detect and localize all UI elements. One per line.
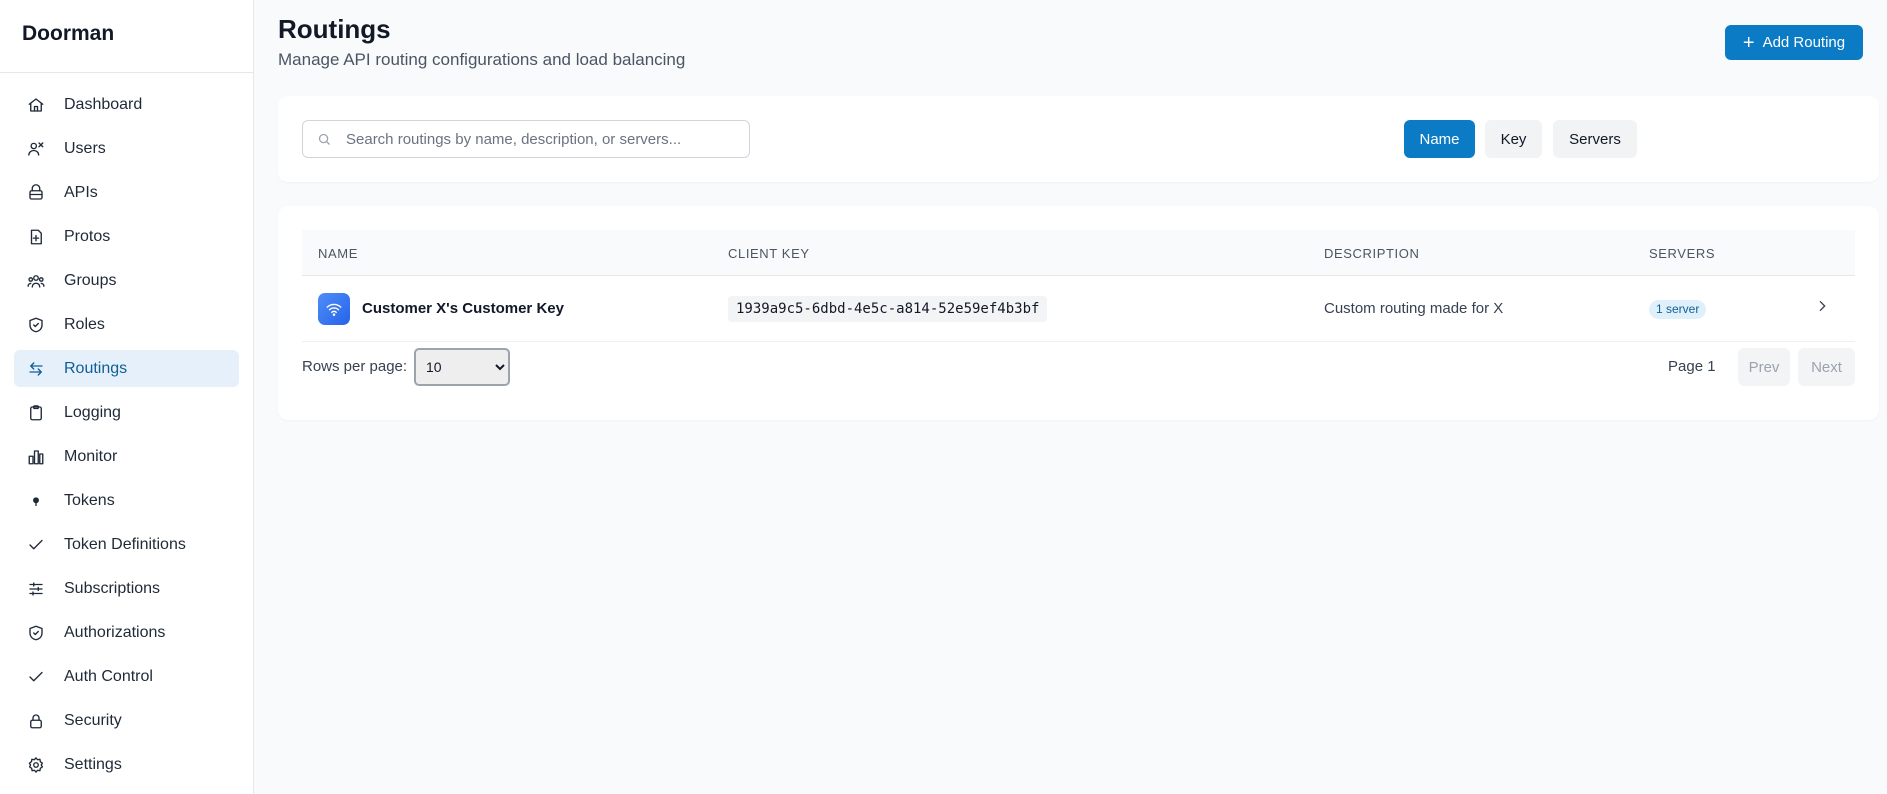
sidebar-item-label: APIs (64, 183, 98, 201)
prev-page-button[interactable]: Prev (1738, 348, 1790, 386)
sidebar-item-apis[interactable]: APIs (14, 174, 239, 211)
search-box[interactable] (302, 120, 750, 158)
sidebar-item-security[interactable]: Security (14, 702, 239, 739)
sidebar-item-monitor[interactable]: Monitor (14, 438, 239, 475)
sidebar-item-label: Logging (64, 403, 121, 421)
sidebar-item-label: Roles (64, 315, 105, 333)
page-subtitle: Manage API routing configurations and lo… (278, 50, 686, 69)
column-header-client-key[interactable]: CLIENT KEY (728, 246, 810, 261)
page-indicator: Page 1 (1668, 358, 1716, 375)
layers-icon (26, 183, 46, 203)
sidebar-item-label: Security (64, 711, 122, 729)
bar-chart-icon (26, 447, 46, 467)
plus-icon: + (1742, 31, 1755, 54)
routing-description: Custom routing made for X (1324, 300, 1504, 317)
sidebar-item-token-definitions[interactable]: Token Definitions (14, 526, 239, 563)
sidebar-item-label: Authorizations (64, 623, 166, 641)
sidebar-item-auth-control[interactable]: Auth Control (14, 658, 239, 695)
add-routing-label: Add Routing (1762, 34, 1846, 51)
clipboard-icon (26, 403, 46, 423)
chevron-right-icon[interactable] (1814, 298, 1834, 318)
routings-table-card: NAME CLIENT KEY DESCRIPTION SERVERS Cust… (278, 206, 1879, 420)
column-header-description[interactable]: DESCRIPTION (1324, 246, 1419, 261)
sidebar-item-label: Monitor (64, 447, 118, 465)
gear-icon (26, 755, 46, 775)
main-content: Routings Manage API routing configuratio… (254, 0, 1887, 794)
check-icon (26, 667, 46, 687)
sidebar-item-label: Protos (64, 227, 111, 245)
sidebar-item-subscriptions[interactable]: Subscriptions (14, 570, 239, 607)
sidebar-item-settings[interactable]: Settings (14, 746, 239, 783)
page-title: Routings (278, 14, 391, 44)
sidebar: Doorman Dashboard Users APIs Protos Grou… (0, 0, 254, 794)
column-header-servers[interactable]: SERVERS (1649, 246, 1715, 261)
sidebar-item-label: Routings (64, 359, 128, 377)
sidebar-item-label: Dashboard (64, 95, 143, 113)
app-title: Doorman (0, 0, 253, 73)
sidebar-item-label: Users (64, 139, 106, 157)
users-icon (26, 139, 46, 159)
sort-name-button[interactable]: Name (1404, 120, 1475, 158)
sidebar-item-protos[interactable]: Protos (14, 218, 239, 255)
sidebar-item-groups[interactable]: Groups (14, 262, 239, 299)
sidebar-item-roles[interactable]: Roles (14, 306, 239, 343)
sidebar-item-users[interactable]: Users (14, 130, 239, 167)
servers-badge: 1 server (1649, 300, 1707, 319)
sort-servers-button[interactable]: Servers (1553, 120, 1637, 158)
shield-icon (26, 315, 46, 335)
file-plus-icon (26, 227, 46, 247)
home-icon (26, 95, 46, 115)
arrows-exchange-icon (26, 359, 46, 379)
shield-check-icon (26, 623, 46, 643)
next-page-button[interactable]: Next (1798, 348, 1855, 386)
sidebar-item-label: Tokens (64, 491, 115, 509)
search-input[interactable] (346, 130, 736, 148)
sidebar-item-label: Subscriptions (64, 579, 161, 597)
pagination: Rows per page: 10 Page 1 Prev Next (302, 348, 1855, 386)
wifi-icon (318, 293, 350, 325)
rows-per-page-select[interactable]: 10 (414, 348, 510, 386)
sidebar-item-dashboard[interactable]: Dashboard (14, 86, 239, 123)
sidebar-item-routings[interactable]: Routings (14, 350, 239, 387)
sidebar-item-label: Settings (64, 755, 122, 773)
add-routing-button[interactable]: + Add Routing (1725, 25, 1863, 60)
search-icon (318, 133, 330, 145)
rows-per-page-label: Rows per page: (302, 358, 408, 375)
filter-card: Name Key Servers (278, 96, 1879, 182)
table-row[interactable]: Customer X's Customer Key 1939a9c5-6dbd-… (302, 276, 1855, 342)
sort-key-button[interactable]: Key (1485, 120, 1542, 158)
sidebar-item-logging[interactable]: Logging (14, 394, 239, 431)
routing-name: Customer X's Customer Key (362, 300, 564, 317)
group-icon (26, 271, 46, 291)
client-key: 1939a9c5-6dbd-4e5c-a814-52e59ef4b3bf (728, 296, 1048, 322)
check-icon (26, 535, 46, 555)
table-header: NAME CLIENT KEY DESCRIPTION SERVERS (302, 230, 1855, 276)
lock-icon (26, 711, 46, 731)
sidebar-item-label: Token Definitions (64, 535, 186, 553)
column-header-name[interactable]: NAME (318, 246, 358, 261)
sidebar-item-label: Auth Control (64, 667, 153, 685)
dot-icon (26, 491, 46, 511)
sidebar-item-authorizations[interactable]: Authorizations (14, 614, 239, 651)
sidebar-item-tokens[interactable]: Tokens (14, 482, 239, 519)
sidebar-item-label: Groups (64, 271, 117, 289)
sliders-icon (26, 579, 46, 599)
sidebar-nav: Dashboard Users APIs Protos Groups Roles… (0, 73, 253, 783)
